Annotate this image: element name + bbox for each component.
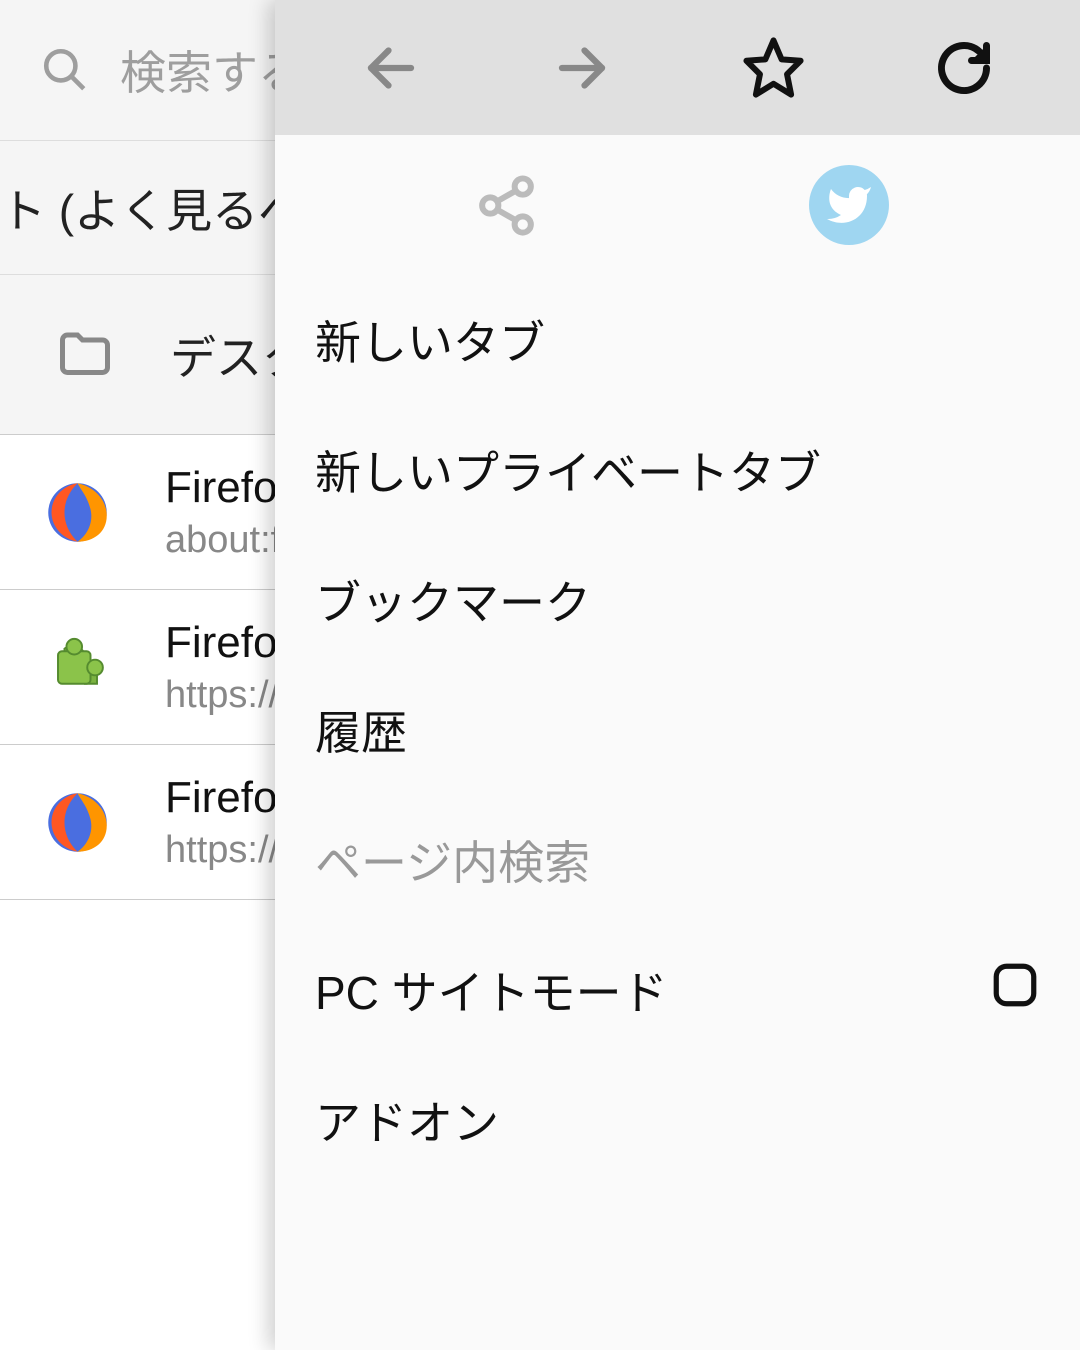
bookmark-url: https:// <box>165 829 279 872</box>
back-button[interactable] <box>356 33 426 103</box>
menu-toolbar <box>275 0 1080 135</box>
folder-icon <box>55 325 115 385</box>
menu-item-find-in-page[interactable]: ページ内検索 <box>275 795 1080 925</box>
twitter-share-button[interactable] <box>809 165 889 245</box>
firefox-icon <box>45 480 110 545</box>
bookmark-title: Firefo <box>165 773 279 823</box>
twitter-icon <box>809 165 889 245</box>
share-icon <box>474 173 539 238</box>
menu-label: 新しいプライベートタブ <box>315 437 821 503</box>
menu-item-new-private-tab[interactable]: 新しいプライベートタブ <box>275 405 1080 535</box>
bookmark-title: Firefo <box>165 463 281 513</box>
forward-button[interactable] <box>547 33 617 103</box>
menu-label: ページ内検索 <box>315 827 590 893</box>
reload-icon <box>934 38 994 98</box>
reload-button[interactable] <box>929 33 999 103</box>
menu-label: PC サイトモード <box>315 957 668 1023</box>
bookmark-star-button[interactable] <box>738 33 808 103</box>
bookmark-title: Firefo <box>165 618 279 668</box>
search-icon <box>40 45 90 95</box>
arrow-left-icon <box>361 38 421 98</box>
menu-label: アドオン <box>315 1087 499 1153</box>
menu-item-history[interactable]: 履歴 <box>275 665 1080 795</box>
bookmark-url: https:// <box>165 674 279 717</box>
star-icon <box>741 35 806 100</box>
share-button[interactable] <box>466 165 546 245</box>
checkbox-unchecked-icon[interactable] <box>990 960 1040 1021</box>
menu-item-addons[interactable]: アドオン <box>275 1055 1080 1185</box>
menu-item-desktop-site[interactable]: PC サイトモード <box>275 925 1080 1055</box>
bookmark-url: about:f <box>165 519 281 562</box>
arrow-right-icon <box>552 38 612 98</box>
menu-label: ブックマーク <box>315 567 591 633</box>
menu-label: 新しいタブ <box>315 307 545 373</box>
menu-item-new-tab[interactable]: 新しいタブ <box>275 275 1080 405</box>
menu-label: 履歴 <box>315 697 407 763</box>
firefox-icon <box>45 790 110 855</box>
menu-panel: 新しいタブ 新しいプライベートタブ ブックマーク 履歴 ページ内検索 PC サイ… <box>275 0 1080 1350</box>
share-row <box>275 135 1080 275</box>
puzzle-icon <box>45 635 110 700</box>
menu-items: 新しいタブ 新しいプライベートタブ ブックマーク 履歴 ページ内検索 PC サイ… <box>275 275 1080 1185</box>
menu-item-bookmarks[interactable]: ブックマーク <box>275 535 1080 665</box>
